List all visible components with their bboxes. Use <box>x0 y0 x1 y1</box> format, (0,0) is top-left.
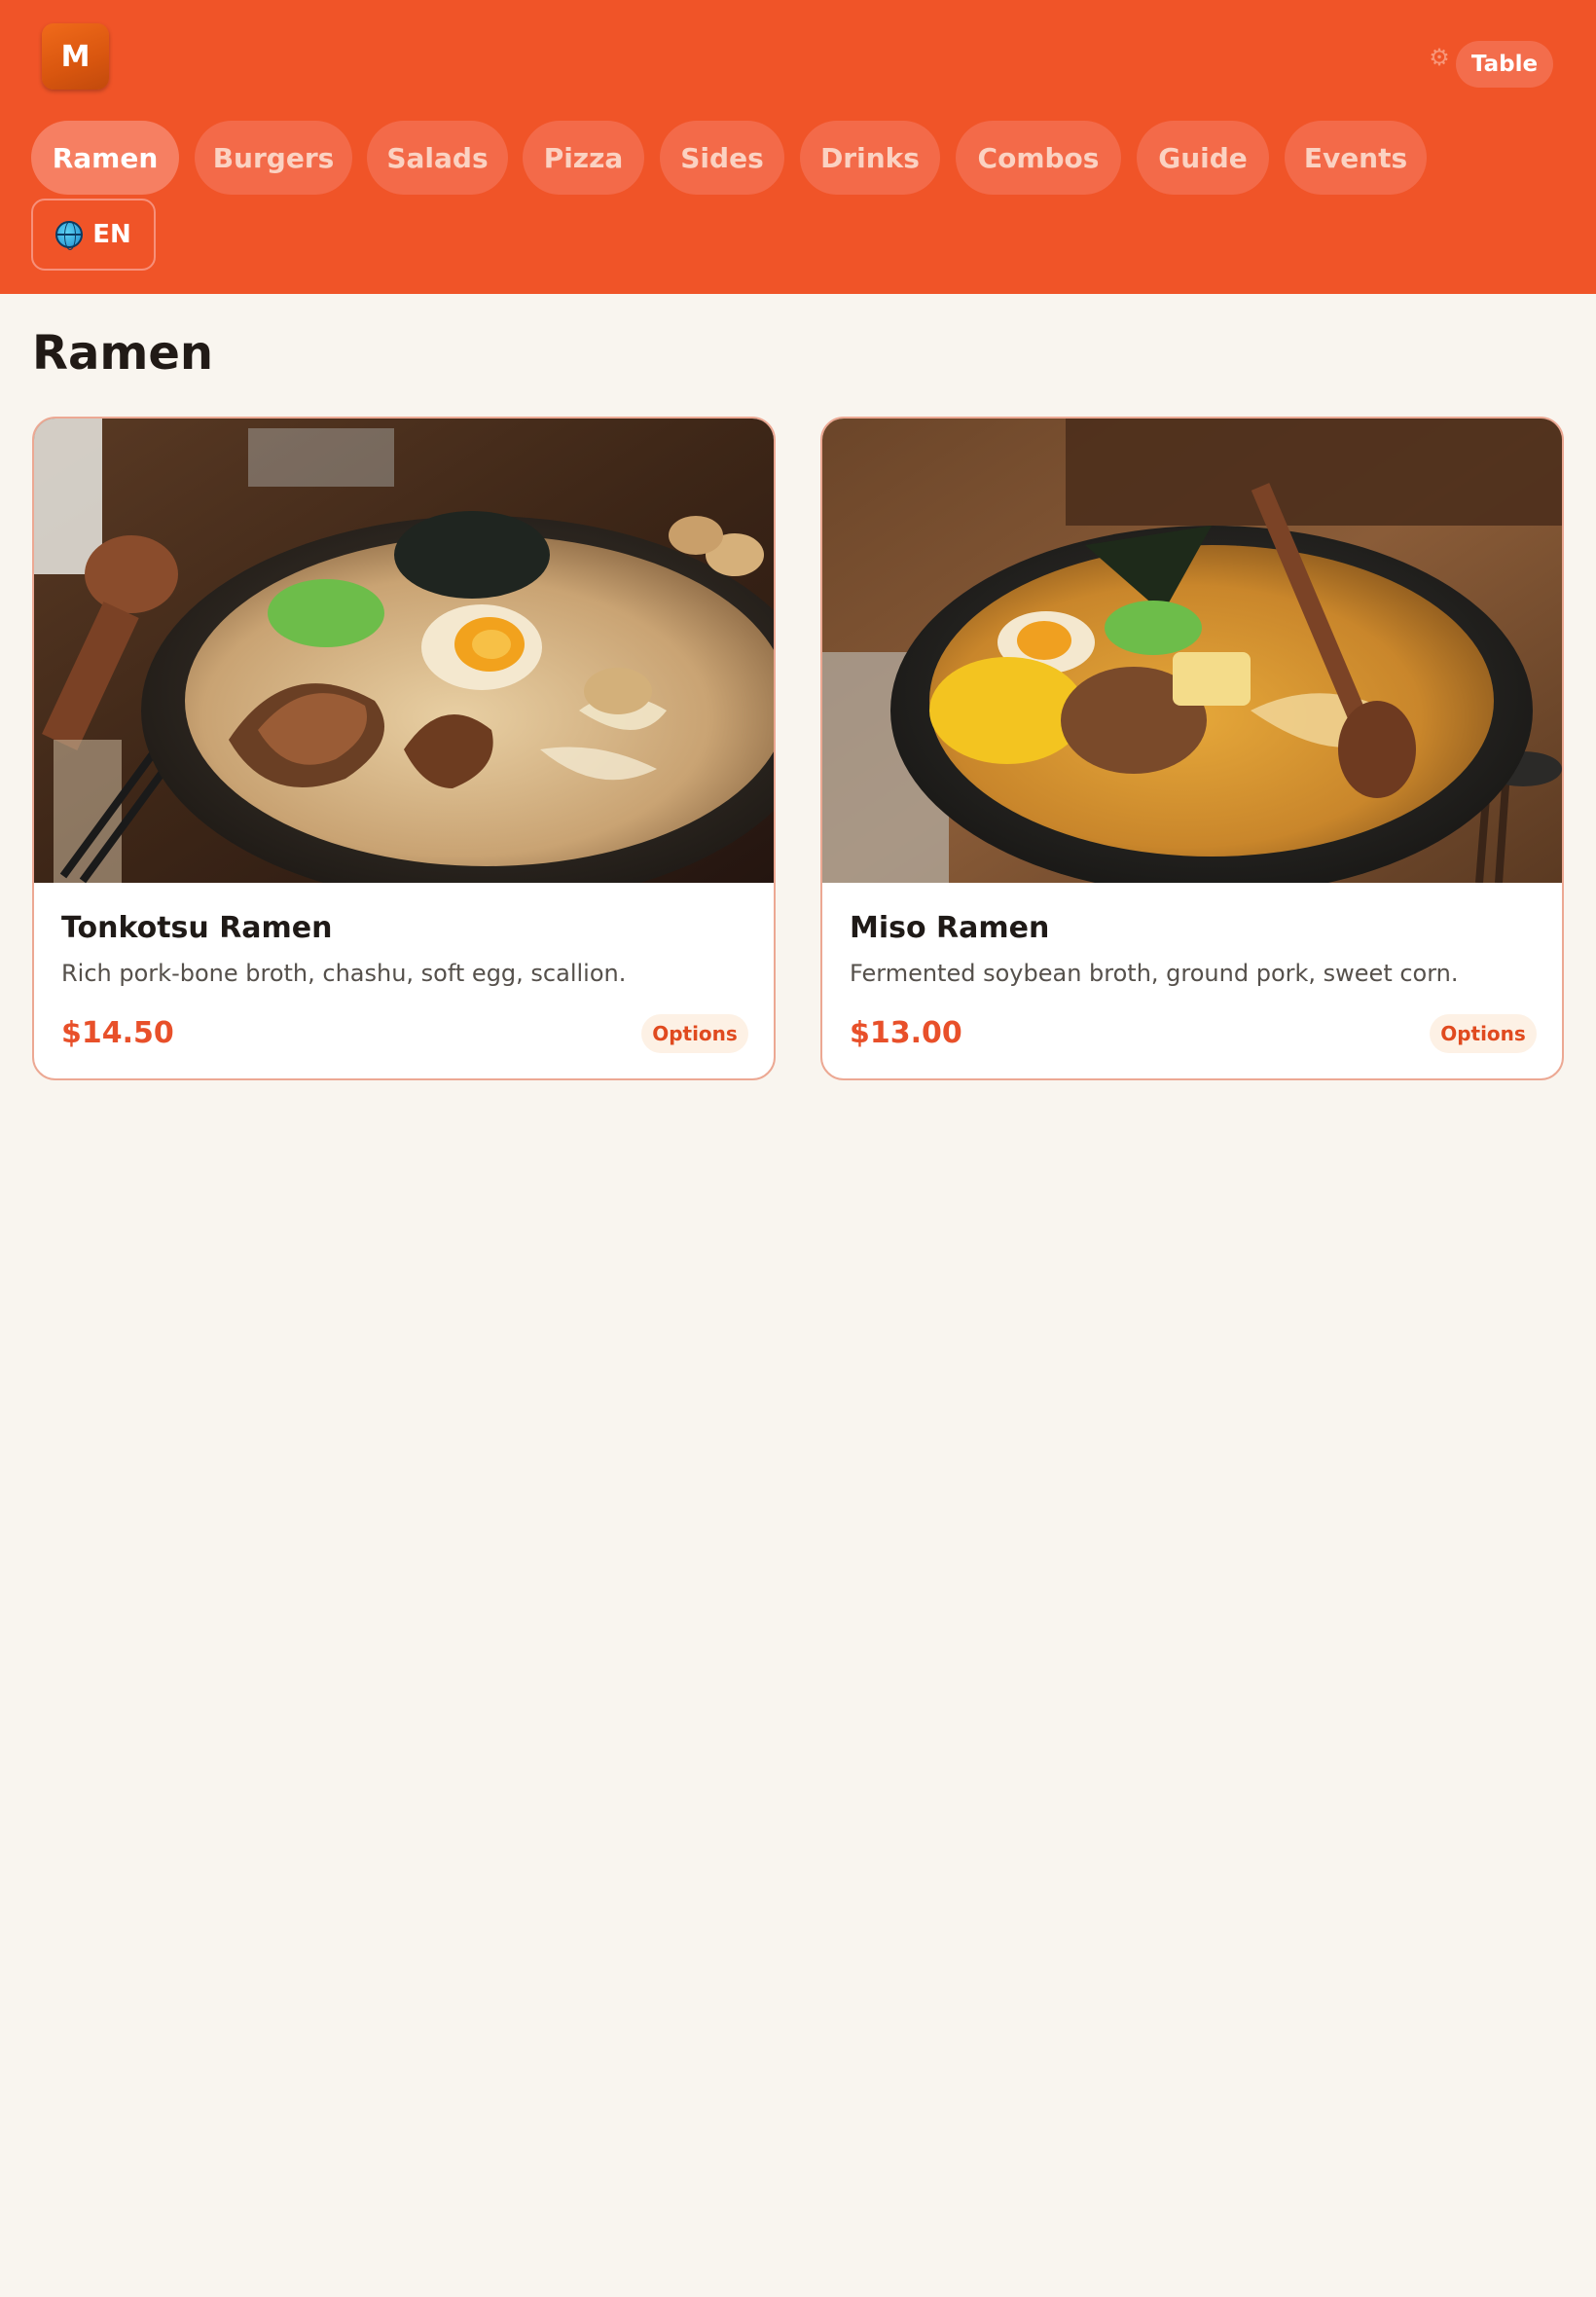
gear-icon[interactable]: ⚙ <box>1427 45 1452 70</box>
tab-drinks[interactable]: Drinks <box>800 121 940 195</box>
menu-item-price: $13.00 <box>850 1016 962 1050</box>
tab-salads[interactable]: Salads <box>367 121 508 195</box>
tab-events[interactable]: Events <box>1285 121 1427 195</box>
tab-burgers[interactable]: Burgers <box>195 121 352 195</box>
tab-ramen[interactable]: Ramen <box>31 121 179 195</box>
tab-pizza[interactable]: Pizza <box>523 121 644 195</box>
language-label: EN <box>92 220 131 249</box>
menu-item-card[interactable]: Tonkotsu Ramen Rich pork-bone broth, cha… <box>32 417 776 1080</box>
menu-item-description: Fermented soybean broth, ground pork, sw… <box>850 960 1459 987</box>
language-selector[interactable]: EN <box>31 199 156 271</box>
miso-ramen-photo <box>822 419 1562 883</box>
tab-sides[interactable]: Sides <box>660 121 784 195</box>
menu-item-name: Tonkotsu Ramen <box>61 911 333 945</box>
globe-icon <box>55 221 84 250</box>
menu-item-name: Miso Ramen <box>850 911 1050 945</box>
options-button[interactable]: Options <box>1430 1014 1537 1053</box>
tab-combos[interactable]: Combos <box>956 121 1121 195</box>
options-button[interactable]: Options <box>641 1014 748 1053</box>
menu-item-card[interactable]: Miso Ramen Fermented soybean broth, grou… <box>820 417 1564 1080</box>
page-title: Ramen <box>32 326 214 381</box>
menu-item-description: Rich pork-bone broth, chashu, soft egg, … <box>61 960 627 987</box>
app-header: M ⚙ Table Ramen Burgers Salads Pizza Sid… <box>0 0 1596 294</box>
table-button[interactable]: Table <box>1456 41 1553 88</box>
menu-item-price: $14.50 <box>61 1016 174 1050</box>
brand-logo[interactable]: M <box>42 23 109 90</box>
tab-guide[interactable]: Guide <box>1137 121 1269 195</box>
tonkotsu-ramen-photo <box>34 419 774 883</box>
